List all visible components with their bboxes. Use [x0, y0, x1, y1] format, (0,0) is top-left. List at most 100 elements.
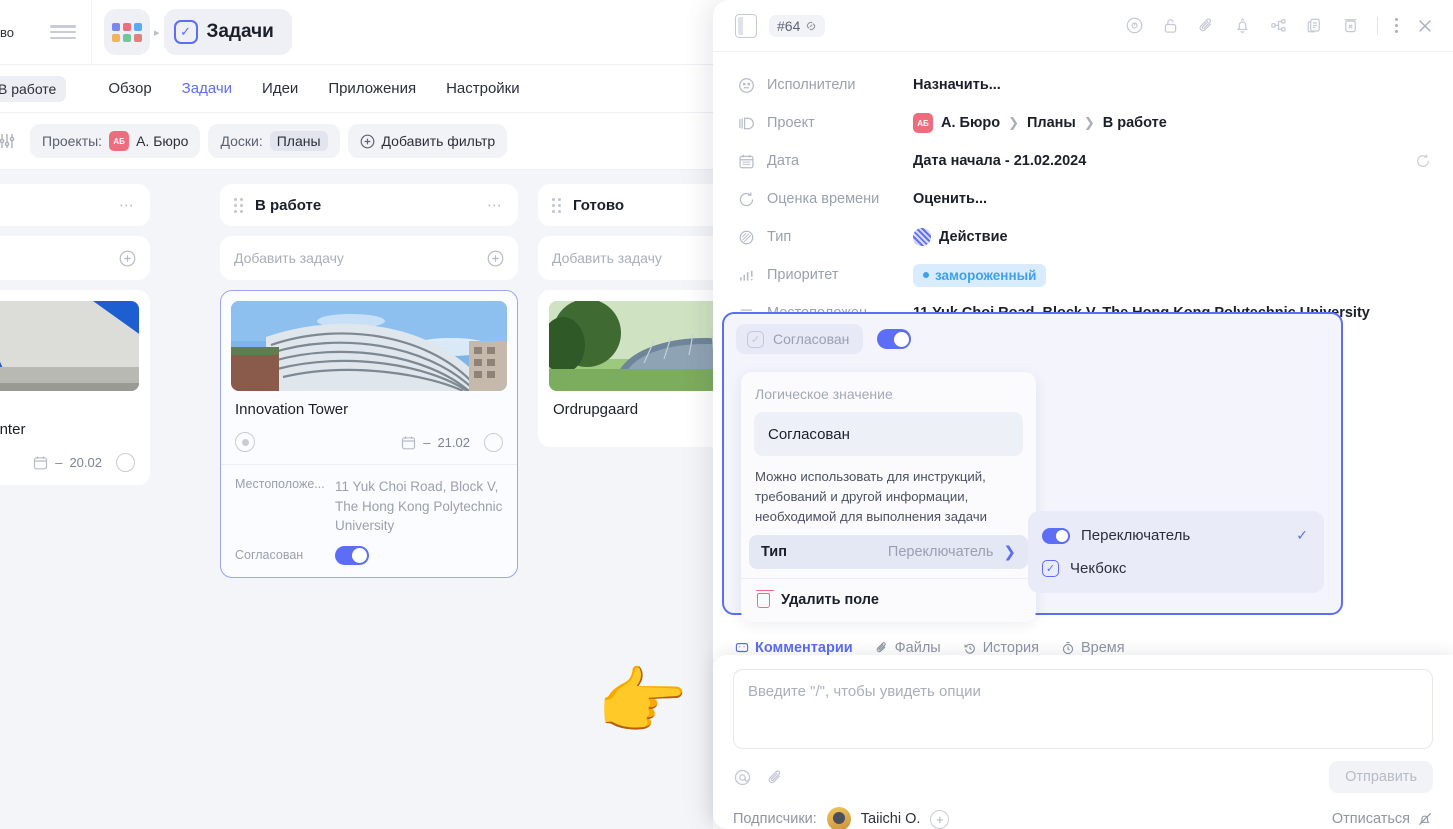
card-date[interactable]: – 21.02 [401, 435, 470, 450]
card-status-circle[interactable] [116, 452, 135, 472]
column-title: Готово [573, 196, 625, 214]
nav-item-overview[interactable]: Обзор [108, 80, 151, 97]
date-dash: – [55, 454, 63, 470]
project-avatar: АБ [913, 113, 933, 133]
tab-history[interactable]: История [963, 640, 1039, 656]
field-value-toggle[interactable] [877, 329, 912, 349]
submenu-item-toggle[interactable]: Переключатель ✓ [1028, 519, 1324, 552]
comment-input[interactable]: Введите "/", чтобы увидеть опции [733, 669, 1433, 749]
drag-handle-icon[interactable] [234, 197, 243, 213]
column-title: В работе [255, 196, 322, 214]
nav-item-settings[interactable]: Настройки [446, 80, 520, 97]
chevron-right-icon: ❯ [1003, 544, 1016, 562]
field-date-value[interactable]: Дата начала - 21.02.2024 [913, 153, 1086, 169]
bell-icon[interactable] [1233, 16, 1252, 35]
add-task-placeholder: Добавить задачу [552, 250, 662, 266]
task-card[interactable]: Ordrupgaard [538, 290, 713, 448]
field-project-value[interactable]: АБ А. Бюро ❯ Планы ❯ В работе [913, 113, 1167, 133]
task-id-chip[interactable]: #64 [769, 14, 826, 37]
add-task-plus-icon[interactable] [119, 250, 136, 267]
add-task-plus-icon[interactable] [487, 250, 504, 267]
add-task-input[interactable]: Добавить задачу [538, 236, 713, 280]
add-task-input[interactable]: Добавить задачу [220, 236, 518, 280]
task-card-selected[interactable]: Innovation Tower – 21.02 Местоположе... … [220, 290, 518, 578]
add-filter-button[interactable]: Добавить фильтр [347, 124, 508, 158]
delete-field-button[interactable]: Удалить поле [741, 579, 1036, 622]
document-icon[interactable] [735, 13, 757, 38]
apps-grid-button[interactable] [104, 9, 150, 55]
filter-boards[interactable]: Доски: Планы [208, 124, 340, 158]
filter-projects[interactable]: Проекты: АБ А. Бюро [30, 124, 201, 158]
card-status-circle[interactable] [484, 432, 503, 452]
priority-icon [735, 267, 757, 284]
field-time-estimate-value[interactable]: Оценить... [913, 191, 987, 207]
task-id-label: #64 [777, 17, 801, 34]
kebab-icon[interactable] [1394, 17, 1398, 34]
calendar-icon [401, 435, 416, 450]
archive-icon[interactable] [1341, 16, 1360, 35]
lock-icon[interactable] [1161, 16, 1180, 35]
toolbar-divider [1376, 16, 1378, 35]
tab-files[interactable]: Файлы [875, 640, 941, 656]
add-task-input[interactable]: ачу [0, 236, 150, 280]
board-state-chip[interactable]: В работе [0, 75, 67, 102]
checkbox-icon: ✓ [747, 330, 764, 348]
field-date[interactable]: Дата Дата начала - 21.02.2024 [735, 142, 1431, 180]
breadcrumb-separator-icon: ▸ [154, 26, 160, 39]
column-header[interactable]: ⋯ [0, 184, 150, 226]
type-action-icon [913, 228, 931, 246]
paperclip-icon [875, 641, 889, 655]
field-assignees-value[interactable]: Назначить... [913, 77, 1001, 93]
paperclip-icon[interactable] [1197, 16, 1216, 35]
column-more-icon[interactable]: ⋯ [119, 196, 136, 214]
nav-item-apps[interactable]: Приложения [328, 80, 416, 97]
field-type-value[interactable]: Действие [913, 228, 1008, 246]
nav-item-tasks[interactable]: Задачи [182, 80, 232, 97]
tab-time[interactable]: Время [1061, 640, 1125, 656]
task-card[interactable]: ь маркетинговые Phaeno Science Center – [0, 290, 150, 485]
field-type-submenu: Переключатель ✓ ✓ Чекбокс [1028, 511, 1324, 593]
field-type[interactable]: Тип Действие [735, 218, 1431, 256]
send-button[interactable]: Отправить [1329, 761, 1433, 793]
column-header[interactable]: В работе ⋯ [220, 184, 518, 226]
trash-icon [755, 589, 774, 608]
history-icon [963, 641, 977, 655]
field-name-input[interactable]: Согласован [754, 412, 1023, 456]
approved-toggle[interactable] [335, 545, 369, 565]
column-header[interactable]: Готово [538, 184, 713, 226]
add-subscriber-button[interactable]: + [930, 809, 950, 829]
field-type-label: Тип [767, 229, 792, 245]
eye-icon[interactable] [1125, 16, 1144, 35]
field-priority[interactable]: Приоритет замороженный [735, 256, 1431, 294]
field-assignees[interactable]: Исполнители Назначить... [735, 66, 1431, 104]
field-kind-caption: Логическое значение [755, 386, 893, 402]
card-title: Innovation Tower [235, 401, 349, 418]
tab-comments[interactable]: Комментарии [735, 640, 853, 656]
custom-field-editor-popup: ✓ Согласован Логическое значение Согласо… [722, 312, 1343, 623]
field-type-selector[interactable]: Тип Переключатель ❯ [749, 535, 1028, 570]
avatar[interactable] [826, 807, 851, 829]
filter-bar: Проекты: АБ А. Бюро Доски: Планы Добавит… [0, 113, 713, 170]
column-more-icon[interactable]: ⋯ [487, 196, 504, 214]
attach-icon[interactable] [766, 768, 785, 787]
nav-item-ideas[interactable]: Идеи [262, 80, 298, 97]
drag-handle-icon[interactable] [552, 197, 561, 213]
submenu-item-checkbox[interactable]: ✓ Чекбокс [1028, 552, 1324, 585]
filter-sliders-icon[interactable] [0, 132, 22, 150]
breadcrumb-tasks-button[interactable]: ✓ Задачи [163, 9, 292, 55]
field-project[interactable]: Проект АБ А. Бюро ❯ Планы ❯ В работе [735, 104, 1431, 142]
copy-icon[interactable] [1305, 16, 1324, 35]
priority-badge[interactable]: замороженный [913, 263, 1047, 287]
unsubscribe-button[interactable]: Отписаться [1332, 811, 1433, 827]
close-icon[interactable] [1415, 16, 1435, 36]
priority-badge-label: замороженный [935, 267, 1037, 283]
recurrence-icon[interactable] [1415, 153, 1431, 169]
share-nodes-icon[interactable] [1269, 16, 1288, 35]
mention-icon[interactable] [733, 768, 752, 787]
card-date[interactable]: – 20.02 [33, 455, 102, 470]
assignee-avatar-icon[interactable] [235, 432, 255, 453]
panel-header-actions [1125, 16, 1435, 36]
field-time-estimate[interactable]: Оценка времени Оценить... [735, 180, 1431, 218]
menu-toggle-button[interactable] [34, 0, 92, 64]
field-name-chip[interactable]: ✓ Согласован [736, 324, 864, 354]
